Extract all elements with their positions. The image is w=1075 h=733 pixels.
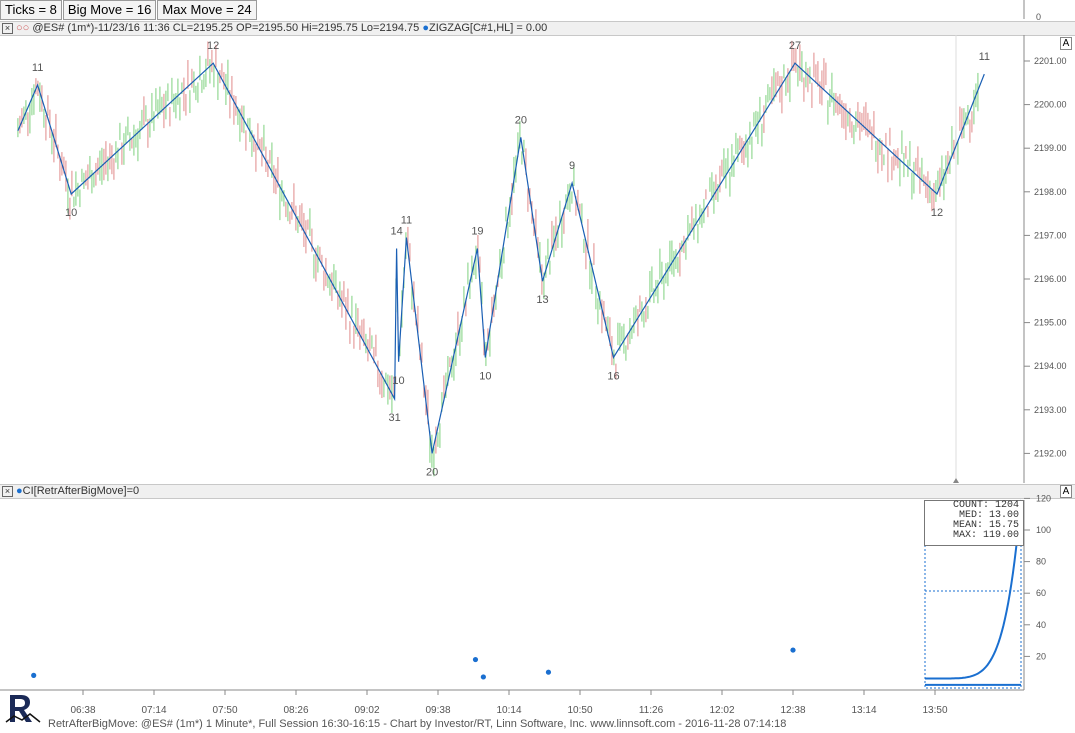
indicator-axis-tick-label: 100 bbox=[1036, 525, 1051, 535]
zigzag-label: 27 bbox=[789, 40, 801, 52]
indicator-axis-tick-label: 60 bbox=[1036, 588, 1046, 598]
zigzag-label: 31 bbox=[388, 412, 400, 424]
indicator-point bbox=[480, 674, 486, 680]
indicator-points bbox=[31, 647, 796, 680]
price-axis-tick-label: 2192.00 bbox=[1034, 448, 1067, 458]
price-axis-tick-label: 2200.00 bbox=[1034, 100, 1067, 110]
zigzag-label: 12 bbox=[207, 40, 219, 52]
indicator-point bbox=[31, 672, 37, 678]
price-axis-tick-label: 2198.00 bbox=[1034, 187, 1067, 197]
price-axis-tick-label: 2199.00 bbox=[1034, 143, 1067, 153]
chart-footer: RetrAfterBigMove: @ES# (1m*) 1 Minute*, … bbox=[48, 718, 787, 730]
top-axis-tick-label: 0 bbox=[1036, 12, 1041, 22]
time-axis-tick-label: 07:50 bbox=[212, 705, 237, 716]
time-axis-tick-label: 13:14 bbox=[851, 705, 876, 716]
investor-rt-logo bbox=[5, 695, 41, 723]
zigzag-label: 9 bbox=[569, 160, 575, 172]
distribution-frame bbox=[924, 544, 1022, 689]
stats-max: MAX: 119.00 bbox=[952, 530, 1019, 541]
price-axis-tick-label: 2196.00 bbox=[1034, 274, 1067, 284]
indicator-axis-tick-label: 20 bbox=[1036, 651, 1046, 661]
indicator-point bbox=[472, 656, 479, 663]
time-axis-tick-label: 07:14 bbox=[141, 705, 166, 716]
time-axis-tick-label: 09:02 bbox=[354, 705, 379, 716]
zigzag-label: 11 bbox=[32, 62, 43, 74]
chart-canvas: 0 2192.002193.002194.002195.002196.00219… bbox=[0, 0, 1067, 716]
stats-box: COUNT: 1204 MED: 13.00 MEAN: 15.75 MAX: … bbox=[924, 500, 1024, 546]
price-bars bbox=[17, 40, 979, 477]
zigzag-label: 10 bbox=[65, 207, 77, 219]
time-axis-tick-label: 12:38 bbox=[780, 705, 805, 716]
time-axis-tick-label: 10:14 bbox=[496, 705, 521, 716]
indicator-axis-tick-label: 80 bbox=[1036, 557, 1046, 567]
price-axis-tick-label: 2195.00 bbox=[1034, 318, 1067, 328]
price-axis: 2192.00 2193.00 2194.00 2195.00 2196.00 2197.… bbox=[953, 35, 1067, 483]
indicator-axis-tick-label: 40 bbox=[1036, 620, 1046, 630]
price-axis-tick-label: 2194.00 bbox=[1034, 361, 1067, 371]
indicator-axis: 20 40 60 80 100 120 bbox=[1023, 493, 1051, 690]
zigzag-label: 20 bbox=[426, 466, 438, 478]
zigzag-label: 10 bbox=[392, 375, 404, 387]
zigzag-label: 16 bbox=[607, 370, 619, 382]
zigzag-line bbox=[17, 62, 985, 454]
indicator-point bbox=[790, 647, 796, 653]
zigzag-label: 10 bbox=[479, 370, 491, 382]
price-axis-tick-label: 2193.00 bbox=[1034, 405, 1067, 415]
time-axis-tick-label: 06:38 bbox=[70, 705, 95, 716]
time-axis-tick-label: 08:26 bbox=[283, 705, 308, 716]
zigzag-label: 19 bbox=[471, 225, 483, 237]
price-axis-tick-label: 2201.00 bbox=[1034, 56, 1067, 66]
time-axis: 06:38 07:14 07:50 08:26 09:02 09:38 10:14 10:50… bbox=[0, 689, 1024, 716]
time-axis-tick-label: 09:38 bbox=[425, 705, 450, 716]
price-axis-tick-label: 2197.00 bbox=[1034, 230, 1067, 240]
time-axis-tick-label: 10:50 bbox=[567, 705, 592, 716]
indicator-axis-tick-label: 120 bbox=[1036, 493, 1051, 503]
zigzag-label: 14 bbox=[390, 225, 402, 237]
time-axis-tick-label: 13:50 bbox=[922, 705, 947, 716]
cursor-marker bbox=[953, 478, 959, 483]
time-axis-tick-label: 12:02 bbox=[709, 705, 734, 716]
zigzag-label: 13 bbox=[536, 294, 548, 306]
zigzag-label: 20 bbox=[515, 114, 527, 126]
zigzag-label: 11 bbox=[979, 51, 990, 63]
zigzag-label: 12 bbox=[931, 207, 943, 219]
time-axis-tick-label: 11:26 bbox=[639, 705, 664, 716]
indicator-point bbox=[545, 669, 552, 675]
zigzag-label: 11 bbox=[401, 215, 412, 227]
